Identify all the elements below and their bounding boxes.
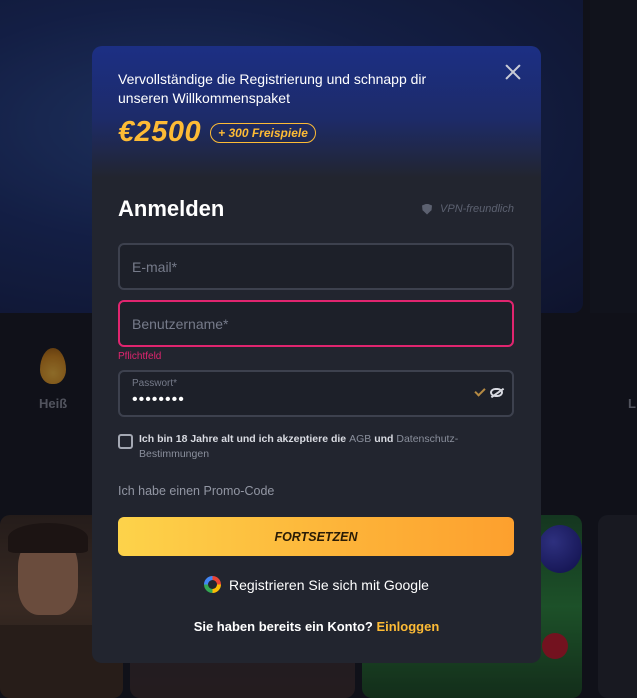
form-title: Anmelden	[118, 196, 225, 221]
terms-text: Ich bin 18 Jahre alt und ich akzeptiere …	[139, 432, 498, 462]
username-error: Pflichtfeld	[118, 351, 162, 362]
password-label: Passwort*	[132, 378, 178, 389]
continue-button[interactable]: FORTSETZEN	[118, 517, 514, 556]
password-field[interactable]: Passwort*	[118, 370, 514, 417]
shield-icon	[422, 203, 433, 215]
close-icon[interactable]	[503, 62, 523, 82]
modal-header: Vervollständige die Registrierung und sc…	[92, 46, 541, 178]
login-link[interactable]: Einloggen	[376, 619, 439, 634]
google-label: Registrieren Sie sich mit Google	[229, 576, 429, 593]
email-field[interactable]	[118, 243, 514, 290]
terms-row: Ich bin 18 Jahre alt und ich akzeptiere …	[118, 432, 498, 462]
vpn-badge: VPN-freundlich	[422, 203, 514, 215]
login-prompt: Sie haben bereits ein Konto?	[193, 619, 373, 634]
registration-modal: Vervollständige die Registrierung und sc…	[92, 46, 541, 663]
password-input[interactable]	[120, 372, 512, 415]
bonus-amount: €2500	[118, 116, 202, 148]
agb-link[interactable]: AGB	[349, 433, 371, 445]
login-row: Sie haben bereits ein Konto? Einloggen	[92, 619, 541, 634]
welcome-text: Vervollständige die Registrierung und sc…	[118, 71, 427, 106]
bonus-row: €2500 + 300 Freispiele	[118, 116, 515, 149]
google-signup-button[interactable]: Registrieren Sie sich mit Google	[92, 576, 541, 593]
username-field[interactable]	[118, 300, 514, 347]
username-input[interactable]	[120, 302, 512, 345]
terms-and: und	[374, 433, 394, 445]
google-icon	[204, 576, 221, 593]
eye-slash-icon[interactable]	[490, 388, 503, 397]
terms-prefix: Ich bin 18 Jahre alt und ich akzeptiere …	[139, 433, 347, 445]
email-input[interactable]	[120, 245, 512, 288]
promo-code-toggle[interactable]: Ich habe einen Promo-Code	[118, 484, 274, 498]
vpn-label: VPN-freundlich	[440, 203, 514, 215]
freespins-badge: + 300 Freispiele	[210, 122, 316, 143]
terms-checkbox[interactable]	[118, 434, 133, 449]
